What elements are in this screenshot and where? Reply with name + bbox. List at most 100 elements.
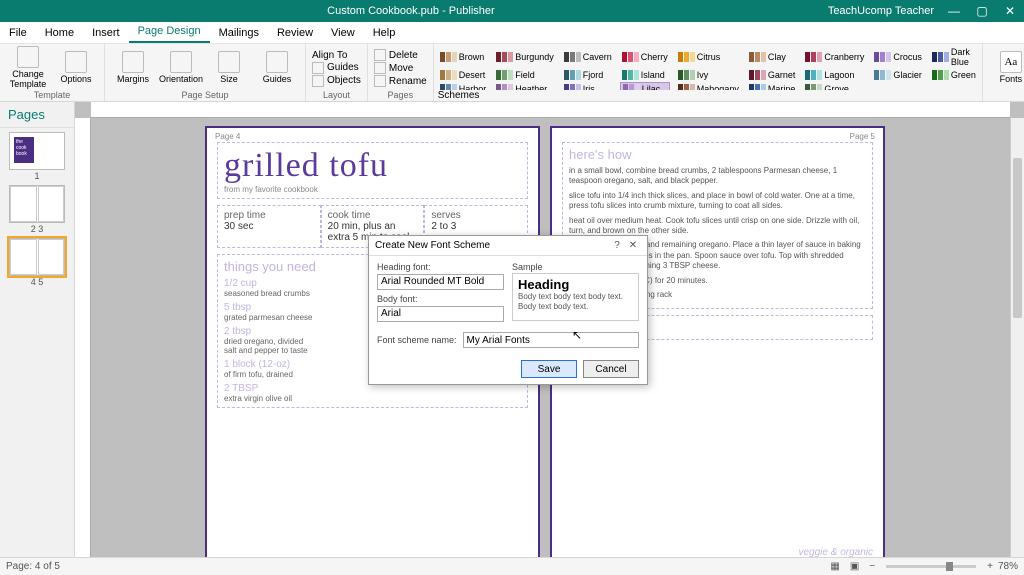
align-guides-toggle[interactable]: Guides xyxy=(312,62,361,74)
vertical-scrollbar[interactable] xyxy=(1010,118,1024,557)
dialog-close-button[interactable]: ✕ xyxy=(625,240,641,251)
zoom-out-button[interactable]: − xyxy=(864,561,880,572)
group-pagebg-label: Page Background xyxy=(989,90,1024,101)
change-template-button[interactable]: Change Template xyxy=(6,46,50,90)
page-thumb-1[interactable] xyxy=(9,185,65,223)
ingredient-amount: 5 tbsp xyxy=(224,302,369,313)
scheme-green[interactable]: Green xyxy=(930,69,978,81)
rename-page-button[interactable]: Rename xyxy=(374,75,427,87)
menu-file[interactable]: File xyxy=(0,23,36,43)
maximize-button[interactable]: ▢ xyxy=(968,0,996,22)
menu-bar: File Home Insert Page Design Mailings Re… xyxy=(0,22,1024,44)
thumb-label: 2 3 xyxy=(0,224,74,234)
serves-value: 2 to 3 xyxy=(431,221,521,232)
group-layout-label: Layout xyxy=(312,90,361,101)
ingredient-amount: 1 block (12-oz) xyxy=(224,359,369,370)
step-text: heat oil over medium heat. Cook tofu sli… xyxy=(569,216,866,237)
fonts-button[interactable]: AaFonts xyxy=(989,51,1024,85)
menu-view[interactable]: View xyxy=(322,23,364,43)
scheme-desert[interactable]: Desert xyxy=(438,69,489,81)
scheme-field[interactable]: Field xyxy=(494,69,556,81)
heading-font-dropdown[interactable]: Arial Rounded MT Bold xyxy=(377,274,504,290)
guides-button[interactable]: Guides xyxy=(255,51,299,85)
zoom-level: 78% xyxy=(998,561,1018,572)
menu-page-design[interactable]: Page Design xyxy=(129,21,210,43)
pages-panel-title: Pages xyxy=(0,102,74,128)
pages-panel: Pages the cook book1 2 3 4 5 xyxy=(0,102,75,557)
scheme-brown[interactable]: Brown xyxy=(438,46,489,68)
minimize-button[interactable]: — xyxy=(940,0,968,22)
ingredient-desc: of firm tofu, drained xyxy=(224,370,369,379)
ingredient-amount: 1/2 cup xyxy=(224,278,369,289)
ingredient-amount: 2 TBSP xyxy=(224,383,369,394)
scheme-lagoon[interactable]: Lagoon xyxy=(803,69,866,81)
how-header: here's how xyxy=(569,147,866,162)
serves-label: serves xyxy=(431,210,521,221)
margins-button[interactable]: Margins xyxy=(111,51,155,85)
scheme-burgundy[interactable]: Burgundy xyxy=(494,46,556,68)
ingredient-desc: seasoned bread crumbs xyxy=(224,289,369,298)
scheme-crocus[interactable]: Crocus xyxy=(872,46,924,68)
menu-help[interactable]: Help xyxy=(364,23,405,43)
size-button[interactable]: Size xyxy=(207,51,251,85)
menu-review[interactable]: Review xyxy=(268,23,322,43)
page-thumb-2[interactable] xyxy=(9,238,65,276)
zoom-in-button[interactable]: + xyxy=(982,561,998,572)
ingredient-desc: dried oregano, dividedsalt and pepper to… xyxy=(224,337,369,355)
menu-insert[interactable]: Insert xyxy=(83,23,129,43)
move-page-button[interactable]: Move xyxy=(374,62,427,74)
dialog-help-button[interactable]: ? xyxy=(609,240,625,251)
recipe-subtitle: from my favorite cookbook xyxy=(224,185,521,194)
scheme-fjord[interactable]: Fjord xyxy=(562,69,614,81)
scheme-island[interactable]: Island xyxy=(620,69,670,81)
group-pages-label: Pages xyxy=(374,90,427,101)
scheme-grove[interactable]: Grove xyxy=(803,82,866,90)
title-bar: Custom Cookbook.pub - Publisher TeachUco… xyxy=(0,0,1024,22)
scheme-name-input[interactable] xyxy=(463,332,639,348)
align-objects-toggle[interactable]: Objects xyxy=(312,75,361,87)
scheme-iris[interactable]: Iris xyxy=(562,82,614,90)
footer-brand: veggie & organic xyxy=(799,547,874,557)
ingredient-desc: grated parmesan cheese xyxy=(224,313,369,322)
scheme-lilac[interactable]: Lilac xyxy=(620,82,670,90)
scheme-garnet[interactable]: Garnet xyxy=(747,69,798,81)
scheme-clay[interactable]: Clay xyxy=(747,46,798,68)
schemes-gallery[interactable]: BrownBurgundy Cavern Cherry Citrus ClayCranb… xyxy=(434,44,983,101)
ingredient-desc: extra virgin olive oil xyxy=(224,394,369,403)
delete-page-button[interactable]: Delete xyxy=(374,49,427,61)
alignto-label: Align To xyxy=(312,50,361,61)
scheme-cavern[interactable]: Cavern xyxy=(562,46,614,68)
orientation-button[interactable]: Orientation xyxy=(159,51,203,85)
prep-label: prep time xyxy=(224,210,314,221)
scheme-marine[interactable]: Marine xyxy=(747,82,798,90)
scheme-cherry[interactable]: Cherry xyxy=(620,46,670,68)
group-pagesetup-label: Page Setup xyxy=(111,90,299,101)
thumb-label: 4 5 xyxy=(0,277,74,287)
scheme-ivy[interactable]: Ivy xyxy=(676,69,741,81)
view-single-button[interactable]: ▦ xyxy=(825,561,844,572)
scheme-citrus[interactable]: Citrus xyxy=(676,46,741,68)
zoom-slider[interactable] xyxy=(886,565,976,568)
menu-home[interactable]: Home xyxy=(36,23,83,43)
view-spread-button[interactable]: ▣ xyxy=(845,561,864,572)
sample-body: Body text body text body text. Body text… xyxy=(518,292,633,311)
scheme-cranberry[interactable]: Cranberry xyxy=(803,46,866,68)
heading-font-label: Heading font: xyxy=(377,262,504,272)
scheme-harbor[interactable]: Harbor xyxy=(438,82,489,90)
scheme-dark-blue[interactable]: Dark Blue xyxy=(930,46,978,68)
thumb-label: 1 xyxy=(0,171,74,181)
create-font-scheme-dialog: Create New Font Scheme ? ✕ Heading font:… xyxy=(368,235,648,385)
page-number: Page 5 xyxy=(850,132,875,141)
menu-mailings[interactable]: Mailings xyxy=(210,23,268,43)
save-button[interactable]: Save xyxy=(521,360,577,378)
recipe-title: grilled tofu xyxy=(224,147,521,185)
cancel-button[interactable]: Cancel xyxy=(583,360,639,378)
body-font-dropdown[interactable]: Arial xyxy=(377,306,504,322)
scheme-glacier[interactable]: Glacier xyxy=(872,69,924,81)
options-button[interactable]: Options xyxy=(54,51,98,85)
close-button[interactable]: ✕ xyxy=(996,0,1024,22)
scheme-mahogany[interactable]: Mahogany xyxy=(676,82,741,90)
page-thumb-0[interactable]: the cook book xyxy=(9,132,65,170)
scheme-heather[interactable]: Heather xyxy=(494,82,556,90)
window-title: Custom Cookbook.pub - Publisher xyxy=(0,5,822,17)
